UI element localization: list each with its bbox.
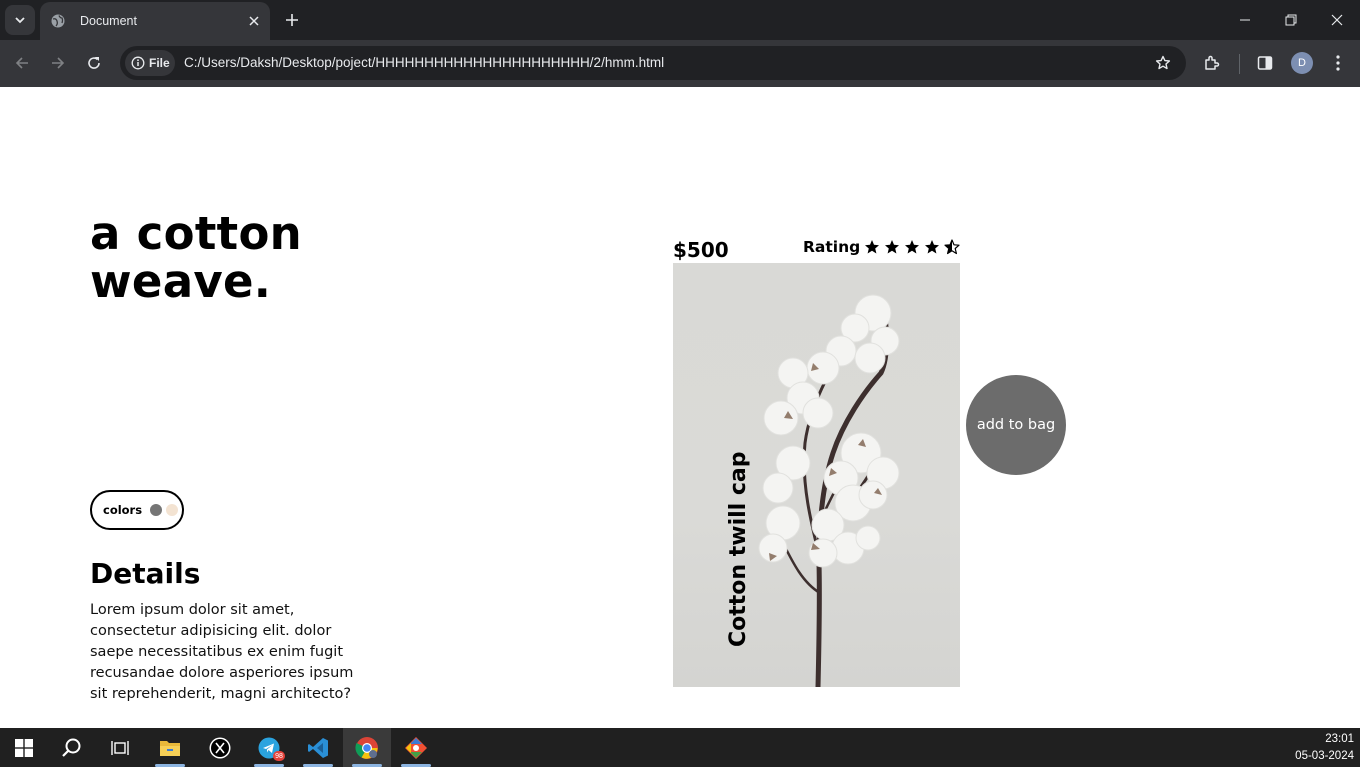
star-full-icon — [862, 238, 882, 256]
file-explorer-icon — [160, 740, 180, 756]
reload-icon — [88, 57, 100, 69]
product-price: $500 — [673, 238, 729, 262]
star-full-icon — [922, 238, 942, 256]
close-window-button[interactable] — [1327, 10, 1347, 30]
x-app-button[interactable] — [196, 728, 244, 767]
profile-avatar[interactable]: D — [1291, 52, 1313, 74]
color-swatch-grey[interactable] — [150, 504, 163, 516]
windows-taskbar: 98 23:01 05-03-2024 — [0, 728, 1360, 767]
start-button[interactable] — [0, 728, 48, 767]
vscode-button[interactable] — [294, 728, 342, 767]
star-full-icon — [902, 238, 922, 256]
clock-date: 05-03-2024 — [1295, 750, 1354, 762]
notification-badge: 98 — [273, 751, 285, 761]
plus-icon — [286, 14, 298, 26]
hero-title-line-2: weave. — [90, 255, 272, 308]
side-panel-icon[interactable] — [1254, 52, 1276, 74]
info-icon — [131, 56, 145, 70]
task-view-button[interactable] — [96, 728, 144, 767]
vscode-icon — [308, 737, 328, 758]
star-half-icon — [942, 238, 962, 256]
browser-tab-strip: Document — [0, 0, 1360, 40]
chevron-down-icon — [15, 17, 25, 24]
site-chip-label: File — [149, 56, 170, 70]
cotton-branch-image — [758, 294, 900, 687]
colors-label: colors — [103, 503, 143, 517]
task-view-icon — [111, 740, 129, 755]
tab-search-button[interactable] — [5, 5, 35, 35]
forward-button[interactable] — [46, 51, 70, 75]
reload-button[interactable] — [82, 51, 106, 75]
add-to-bag-button[interactable]: add to bag — [966, 375, 1066, 475]
new-tab-button[interactable] — [282, 10, 302, 30]
windows-start-icon — [15, 738, 33, 757]
url-text[interactable]: C:/Users/Daksh/Desktop/poject/HHHHHHHHHH… — [184, 55, 664, 70]
product-name: Cotton twill cap — [726, 451, 751, 648]
extensions-icon[interactable] — [1201, 52, 1223, 74]
search-button[interactable] — [48, 728, 96, 767]
tab-title: Document — [80, 14, 137, 28]
web-page: a cotton weave. colors Details Lorem ips… — [0, 87, 1360, 728]
site-info-chip[interactable]: File — [125, 50, 175, 76]
clock-time: 23:01 — [1325, 733, 1354, 745]
color-swatch-cream[interactable] — [166, 504, 179, 516]
file-explorer-button[interactable] — [146, 728, 194, 767]
bookmark-star-icon[interactable] — [1154, 54, 1172, 72]
colors-selector[interactable]: colors — [90, 490, 184, 530]
git-icon — [405, 736, 427, 759]
globe-icon — [50, 13, 66, 29]
back-button[interactable] — [10, 51, 34, 75]
address-bar[interactable]: File C:/Users/Daksh/Desktop/poject/HHHHH… — [120, 46, 1186, 80]
rating-stars — [862, 238, 962, 256]
chrome-icon — [355, 736, 378, 759]
restore-icon — [1285, 14, 1297, 26]
minimize-icon — [1240, 19, 1250, 21]
minimize-button[interactable] — [1235, 10, 1255, 30]
details-heading: Details — [90, 557, 201, 590]
more-menu-icon[interactable] — [1327, 52, 1349, 74]
restore-button[interactable] — [1281, 10, 1301, 30]
details-text: Lorem ipsum dolor sit amet, consectetur … — [90, 602, 354, 702]
chrome-button[interactable] — [343, 728, 391, 767]
product-image — [673, 263, 960, 687]
star-full-icon — [882, 238, 902, 256]
rating-label: Rating — [803, 238, 861, 256]
browser-tab[interactable]: Document — [40, 2, 270, 40]
system-clock[interactable]: 23:01 05-03-2024 — [1295, 731, 1354, 765]
browser-toolbar: File C:/Users/Daksh/Desktop/poject/HHHHH… — [0, 40, 1360, 87]
close-tab-icon[interactable] — [246, 13, 262, 29]
arrow-right-icon — [52, 57, 65, 69]
arrow-left-icon — [15, 57, 28, 69]
telegram-button[interactable]: 98 — [245, 728, 293, 767]
hero-title-line-1: a cotton — [90, 207, 302, 260]
toolbar-separator — [1239, 54, 1240, 74]
x-icon — [209, 737, 231, 758]
git-app-button[interactable] — [392, 728, 440, 767]
close-icon — [1331, 14, 1343, 26]
search-icon — [62, 738, 81, 757]
hero-title: a cotton weave. — [90, 210, 350, 306]
